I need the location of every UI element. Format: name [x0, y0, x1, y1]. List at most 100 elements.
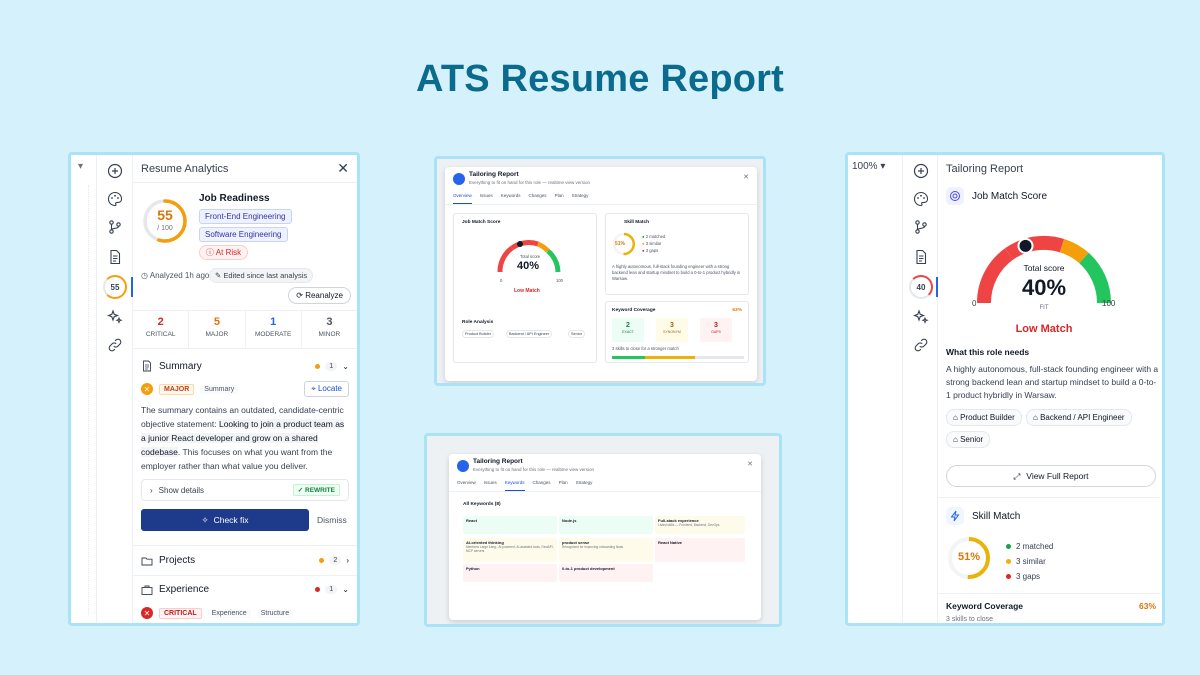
- severity-dot: [315, 587, 321, 592]
- skill-text: 2 matched: [645, 234, 666, 239]
- box-num: 3: [670, 322, 674, 329]
- keyword-cell[interactable]: Full-stack experience Listed skills — Fro…: [655, 516, 745, 534]
- severity-dot: [319, 558, 325, 563]
- analytics-panel: Resume Analytics ✕ 55 / 100 Job Readines…: [133, 155, 357, 623]
- modal-header: Tailoring Report Everything to fit on ha…: [445, 167, 757, 193]
- view-full-report-button[interactable]: ⤢ View Full Report: [946, 465, 1156, 487]
- tab-issues[interactable]: Issues: [480, 193, 493, 198]
- chevron-right-icon[interactable]: ›: [346, 556, 349, 565]
- tab-keywords[interactable]: Keywords: [501, 193, 521, 198]
- tab-changes[interactable]: Changes: [529, 193, 547, 198]
- link-icon[interactable]: [105, 335, 125, 355]
- skill-item: ● 3 similar: [642, 241, 662, 246]
- section-summary[interactable]: Summary 1 ⌄: [133, 353, 357, 379]
- check-fix-button[interactable]: ✧ Check fix: [141, 509, 309, 531]
- skill-match-header: Skill Match: [946, 507, 1020, 525]
- close-icon[interactable]: ✕: [743, 173, 749, 181]
- skill-text: 3 similar: [1016, 557, 1046, 566]
- add-icon[interactable]: [105, 161, 125, 181]
- branch-icon[interactable]: [911, 217, 931, 237]
- role-chip: ⌂ Senior: [946, 431, 991, 448]
- keyword-cell[interactable]: React: [463, 516, 557, 534]
- skill-item: 3 similar: [1006, 554, 1053, 569]
- keyword-cell[interactable]: AI-oriented thinking Mentions Large Lang.…: [463, 538, 557, 562]
- critical-icon: ✕: [141, 607, 153, 619]
- skill-value: 51%: [957, 551, 981, 563]
- reanalyze-button[interactable]: ⟳ Reanalyze: [288, 287, 351, 304]
- summary-issue: ✕ MAJOR Summary ⌖ Locate The summary con…: [133, 379, 357, 531]
- document-icon[interactable]: [105, 247, 125, 267]
- tab-plan[interactable]: Plan: [555, 193, 564, 198]
- close-icon[interactable]: ✕: [337, 160, 349, 177]
- box-label: GAPS: [711, 330, 721, 334]
- gauge-max: 100: [556, 278, 563, 283]
- sparkles-icon[interactable]: [911, 307, 931, 327]
- rewrite-badge: ✓ REWRITE: [292, 484, 340, 496]
- locate-button[interactable]: ⌖ Locate: [304, 381, 349, 397]
- chevron-down-icon[interactable]: ⌄: [342, 585, 349, 594]
- role-chip: Backend / API Engineer: [506, 330, 553, 338]
- count-minor[interactable]: 3 MINOR: [302, 311, 357, 348]
- tab-changes[interactable]: Changes: [533, 480, 551, 485]
- issue-count: 1: [325, 361, 338, 371]
- rewrite-label: REWRITE: [305, 487, 335, 494]
- tab-plan[interactable]: Plan: [559, 480, 568, 485]
- severity-tag: MAJOR: [159, 383, 195, 395]
- document-icon: [143, 360, 151, 372]
- sparkles-icon[interactable]: [105, 307, 125, 327]
- readiness-score-ring: 55 / 100: [141, 197, 189, 245]
- chip-label: Product Builder: [960, 413, 1015, 422]
- role-chip: Product Builder: [462, 330, 494, 338]
- close-icon[interactable]: ✕: [747, 460, 753, 468]
- score-badge[interactable]: 40: [909, 275, 933, 299]
- role-needs-title: What this role needs: [946, 347, 1030, 357]
- modal-title: Tailoring Report: [473, 458, 523, 465]
- keyword-cell[interactable]: 0-to-1 product development: [559, 564, 653, 582]
- document-icon[interactable]: [911, 247, 931, 267]
- card-title: Job Match Score: [462, 220, 501, 225]
- skill-text: 3 gaps: [1016, 572, 1041, 581]
- count-moderate[interactable]: 1 MODERATE: [246, 311, 302, 348]
- branch-icon[interactable]: [105, 217, 125, 237]
- tab-overview[interactable]: Overview: [457, 480, 476, 485]
- keyword-cell[interactable]: Python: [463, 564, 557, 582]
- box-num: 3: [714, 322, 718, 329]
- tab-overview[interactable]: Overview: [453, 193, 472, 204]
- gauge-min: 0: [500, 278, 503, 283]
- skill-item: 3 gaps: [1006, 569, 1053, 584]
- keyword-text: Node.js: [562, 518, 577, 523]
- score-badge[interactable]: 55: [103, 275, 127, 299]
- role-tag: Software Engineering: [199, 227, 288, 242]
- tab-strategy[interactable]: Strategy: [572, 193, 589, 198]
- show-details-toggle[interactable]: › Show details ✓ REWRITE: [141, 479, 349, 501]
- box-num: 2: [626, 322, 630, 329]
- page-title: ATS Resume Report: [416, 58, 784, 100]
- chevron-down-icon[interactable]: ⌄: [342, 362, 349, 371]
- tab-issues[interactable]: Issues: [484, 480, 497, 485]
- modal-tabs: Overview Issues Keywords Changes Plan St…: [449, 480, 761, 492]
- add-icon[interactable]: [911, 161, 931, 181]
- tab-keywords[interactable]: Keywords: [504, 480, 525, 491]
- analyzed-text: Analyzed 1h ago: [149, 271, 210, 280]
- chevron-down-icon[interactable]: ▾: [78, 161, 83, 172]
- palette-icon[interactable]: [911, 189, 931, 209]
- palette-icon[interactable]: [105, 189, 125, 209]
- count-critical[interactable]: 2 CRITICAL: [133, 311, 190, 348]
- link-icon[interactable]: [911, 335, 931, 355]
- gauge-total: Total score: [1023, 263, 1065, 273]
- keyword-cell[interactable]: product sense Recognized for improving on…: [559, 538, 653, 562]
- edited-badge: ✎ Edited since last analysis: [209, 268, 314, 283]
- dismiss-button[interactable]: Dismiss: [317, 515, 347, 525]
- zoom-level[interactable]: 100% ▾: [852, 161, 885, 172]
- skill-list: 2 matched 3 similar 3 gaps: [1006, 539, 1053, 584]
- box-label: SYNONYM: [663, 330, 681, 334]
- keyword-cell[interactable]: Node.js: [559, 516, 653, 534]
- count-major[interactable]: 5 MAJOR: [189, 311, 246, 348]
- tailoring-panel: Tailoring Report Job Match Score Total s…: [938, 155, 1162, 623]
- skill-value: 51%: [615, 241, 626, 247]
- section-projects[interactable]: Projects 2 ›: [133, 545, 357, 575]
- keyword-cell[interactable]: React Native: [655, 538, 745, 562]
- gutter-guide: [88, 185, 89, 615]
- section-experience[interactable]: Experience 1 ⌄: [133, 575, 357, 603]
- tab-strategy[interactable]: Strategy: [576, 480, 593, 485]
